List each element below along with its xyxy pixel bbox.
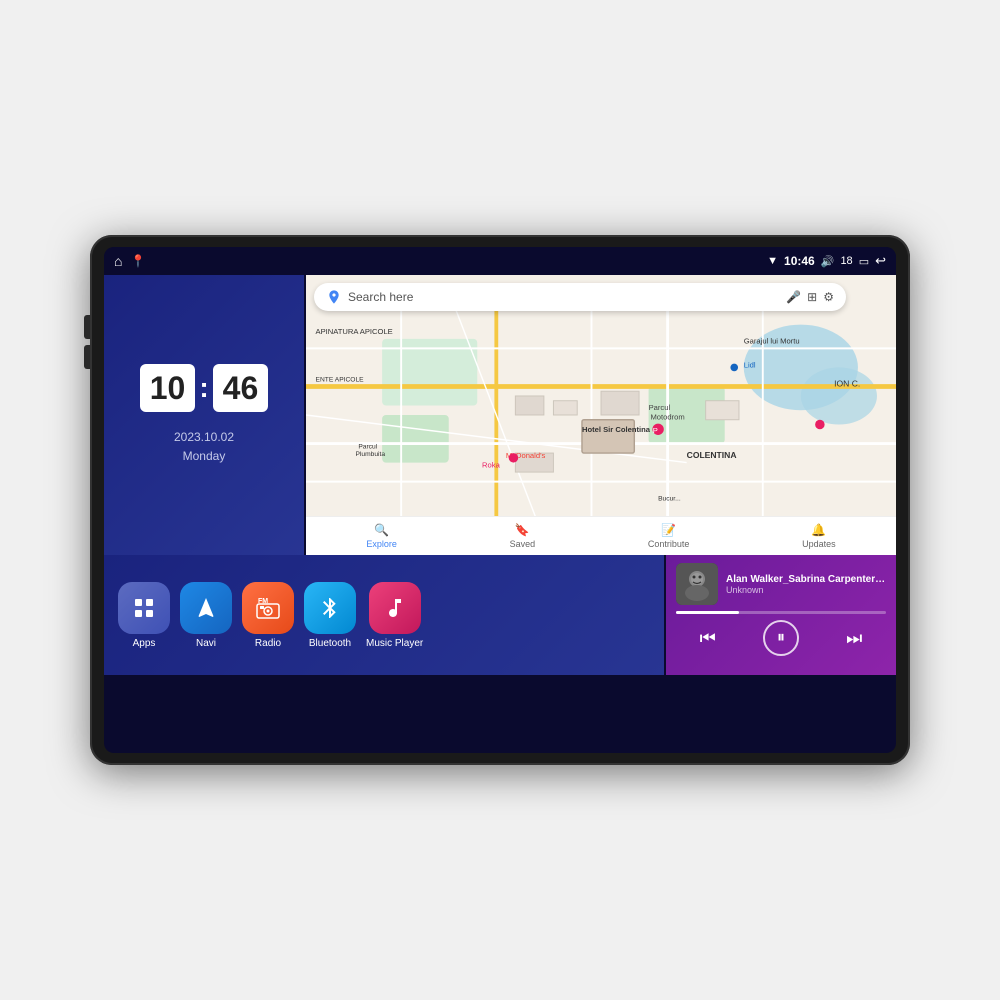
map-bottom-bar: 🔍 Explore 🔖 Saved 📝 Contribute xyxy=(306,516,896,555)
map-search-bar[interactable]: Search here 🎤 ⊞ ⚙ xyxy=(314,283,846,311)
clock-minute: 46 xyxy=(223,370,259,406)
music-progress-bar[interactable] xyxy=(676,611,886,614)
voice-search-icon[interactable]: 🎤 xyxy=(786,290,801,304)
svg-text:Plumbuita: Plumbuita xyxy=(355,451,385,458)
volume-icon: 🔊 xyxy=(821,255,835,268)
apps-icon-bg xyxy=(118,582,170,634)
map-updates-tab[interactable]: 🔔 Updates xyxy=(802,523,836,549)
car-head-unit: ⌂ 📍 ▼ 10:46 🔊 18 ▭ ↩ 10 xyxy=(90,235,910,765)
radio-icon-bg: FM xyxy=(242,582,294,634)
svg-text:COLENTINA: COLENTINA xyxy=(687,450,737,460)
updates-label: Updates xyxy=(802,539,836,549)
clock-hour: 10 xyxy=(150,370,186,406)
app-icon-apps[interactable]: Apps xyxy=(118,582,170,649)
google-maps-icon xyxy=(326,289,342,305)
location-icon[interactable]: 📍 xyxy=(130,254,145,268)
music-info: Alan Walker_Sabrina Carpenter_F... Unkno… xyxy=(676,563,886,605)
status-left-icons: ⌂ 📍 xyxy=(114,253,145,269)
main-content: 10 : 46 2023.10.02 Monday xyxy=(104,275,896,753)
clock-widget: 10 : 46 2023.10.02 Monday xyxy=(104,275,304,555)
explore-label: Explore xyxy=(366,539,397,549)
play-pause-button[interactable]: ⏸ xyxy=(763,620,799,656)
battery-level: 18 xyxy=(840,255,852,267)
bluetooth-icon-bg xyxy=(304,582,356,634)
map-widget[interactable]: APINATURA APICOLE ENTE APICOLE Hotel Sir… xyxy=(306,275,896,555)
music-thumbnail xyxy=(676,563,718,605)
apps-label: Apps xyxy=(133,638,156,649)
svg-text:APINATURA APICOLE: APINATURA APICOLE xyxy=(316,327,393,336)
rst-button[interactable] xyxy=(84,345,90,369)
app-icon-music[interactable]: Music Player xyxy=(366,582,423,649)
svg-text:ENTE APICOLE: ENTE APICOLE xyxy=(316,377,365,384)
battery-icon: ▭ xyxy=(859,255,869,268)
music-player-label: Music Player xyxy=(366,638,423,649)
clock-day-value: Monday xyxy=(174,447,234,466)
clock-date-value: 2023.10.02 xyxy=(174,428,234,447)
contribute-label: Contribute xyxy=(648,539,690,549)
navi-icon-bg xyxy=(180,582,232,634)
map-saved-tab[interactable]: 🔖 Saved xyxy=(510,523,536,549)
music-player-widget: Alan Walker_Sabrina Carpenter_F... Unkno… xyxy=(666,555,896,675)
map-layers-icon[interactable]: ⊞ xyxy=(807,290,817,304)
music-title: Alan Walker_Sabrina Carpenter_F... xyxy=(726,574,886,585)
map-settings-icon[interactable]: ⚙ xyxy=(823,290,834,304)
status-bar: ⌂ 📍 ▼ 10:46 🔊 18 ▭ ↩ xyxy=(104,247,896,275)
saved-icon: 🔖 xyxy=(515,523,530,537)
radio-label: Radio xyxy=(255,638,281,649)
prev-track-button[interactable]: ⏮ xyxy=(700,628,716,649)
music-progress-fill xyxy=(676,611,739,614)
svg-text:Roka: Roka xyxy=(482,460,501,469)
explore-icon: 🔍 xyxy=(374,523,389,537)
svg-text:P: P xyxy=(653,426,658,435)
app-icon-bluetooth[interactable]: Bluetooth xyxy=(304,582,356,649)
home-icon[interactable]: ⌂ xyxy=(114,253,122,269)
navi-label: Navi xyxy=(196,638,216,649)
map-search-right: 🎤 ⊞ ⚙ xyxy=(786,290,834,304)
svg-text:Parcul: Parcul xyxy=(358,443,377,450)
clock-separator: : xyxy=(199,374,208,402)
screen: ⌂ 📍 ▼ 10:46 🔊 18 ▭ ↩ 10 xyxy=(104,247,896,753)
map-explore-tab[interactable]: 🔍 Explore xyxy=(366,523,397,549)
music-artist: Unknown xyxy=(726,585,886,595)
svg-text:Motodrom: Motodrom xyxy=(650,413,684,422)
clock-minute-block: 46 xyxy=(213,364,269,412)
app-grid: Apps Navi xyxy=(104,555,664,675)
music-icon-bg xyxy=(369,582,421,634)
svg-text:Bucur...: Bucur... xyxy=(658,496,681,503)
status-right-icons: ▼ 10:46 🔊 18 ▭ ↩ xyxy=(767,253,886,269)
music-controls: ⏮ ⏸ ⏭ xyxy=(676,620,886,656)
wifi-icon: ▼ xyxy=(767,255,778,267)
music-text: Alan Walker_Sabrina Carpenter_F... Unkno… xyxy=(726,574,886,595)
mic-button[interactable] xyxy=(84,315,90,339)
clock-date: 2023.10.02 Monday xyxy=(174,428,234,466)
svg-text:ION C.: ION C. xyxy=(834,378,860,388)
map-background: APINATURA APICOLE ENTE APICOLE Hotel Sir… xyxy=(306,275,896,555)
next-track-button[interactable]: ⏭ xyxy=(846,628,862,649)
status-time: 10:46 xyxy=(784,254,815,268)
map-search-text: Search here xyxy=(348,290,780,304)
clock-hour-block: 10 xyxy=(140,364,196,412)
bottom-section: Apps Navi xyxy=(104,555,896,675)
app-icon-radio[interactable]: FM Radio xyxy=(242,582,294,649)
svg-text:Hotel Sir Colentina: Hotel Sir Colentina xyxy=(582,425,651,434)
clock-display: 10 : 46 xyxy=(140,364,269,412)
contribute-icon: 📝 xyxy=(661,523,676,537)
updates-icon: 🔔 xyxy=(811,523,826,537)
svg-text:Lidl: Lidl xyxy=(744,360,756,369)
top-section: 10 : 46 2023.10.02 Monday xyxy=(104,275,896,555)
svg-text:FM: FM xyxy=(258,598,268,605)
saved-label: Saved xyxy=(510,539,536,549)
map-contribute-tab[interactable]: 📝 Contribute xyxy=(648,523,690,549)
svg-text:Parcul: Parcul xyxy=(649,403,671,412)
side-buttons xyxy=(84,315,90,369)
svg-text:Garajul lui Mortu: Garajul lui Mortu xyxy=(744,337,800,346)
bluetooth-label: Bluetooth xyxy=(309,638,351,649)
back-icon[interactable]: ↩ xyxy=(875,253,886,269)
app-icon-navi[interactable]: Navi xyxy=(180,582,232,649)
